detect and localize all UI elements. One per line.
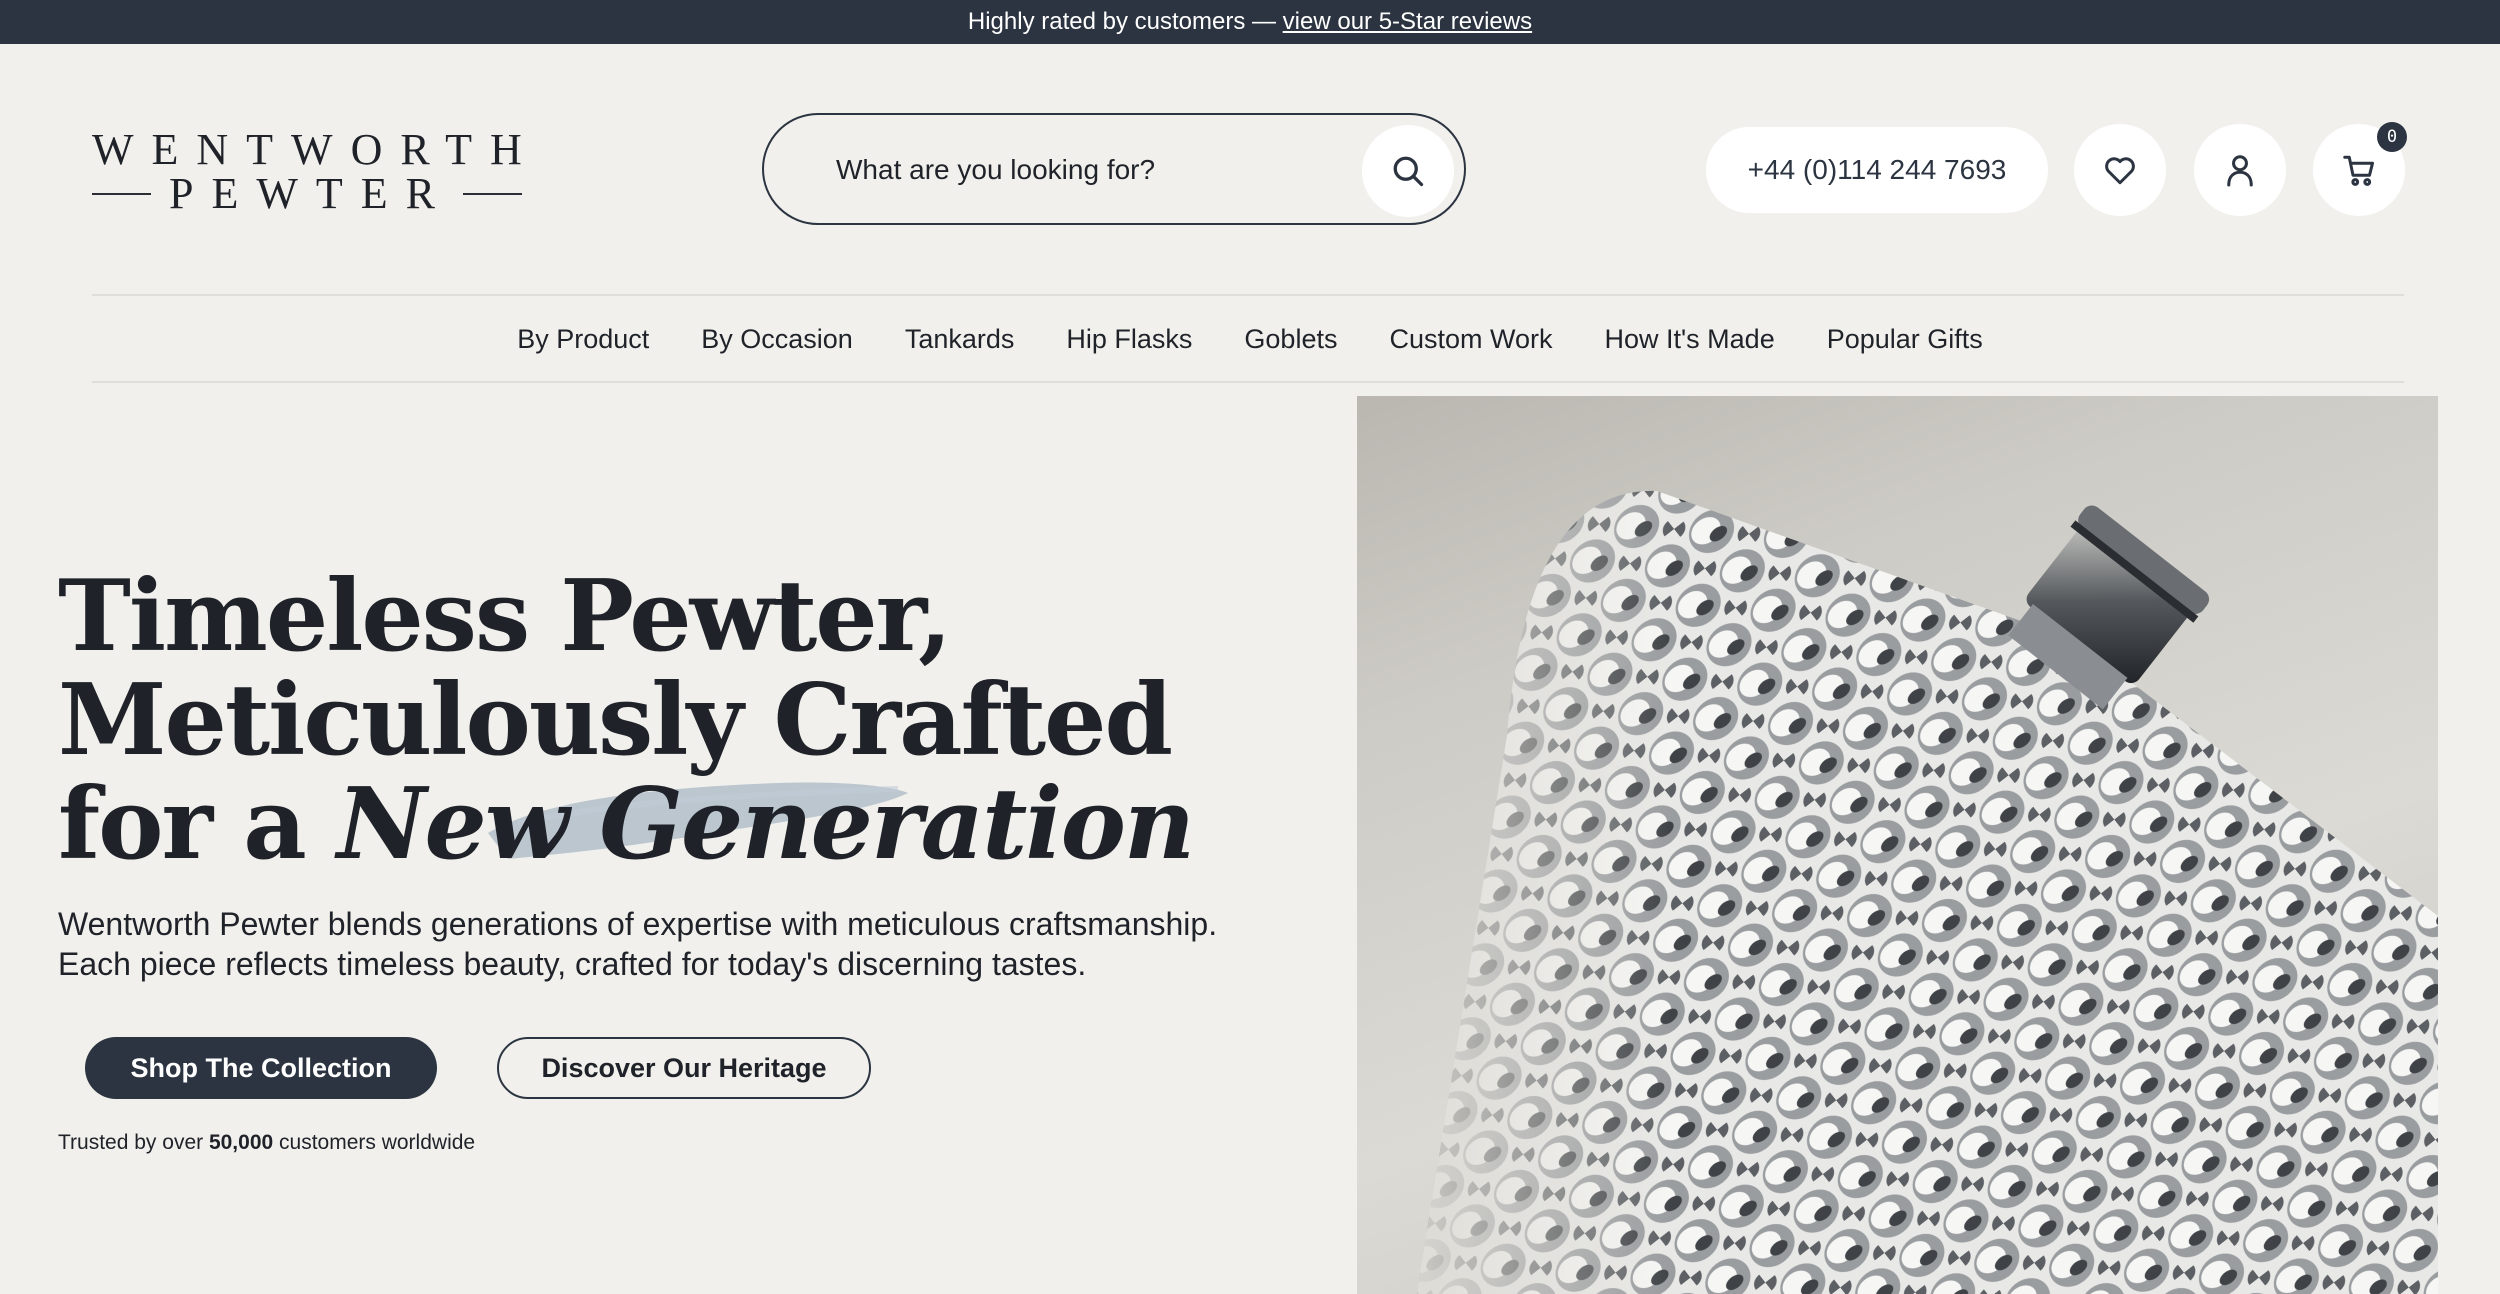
reviews-link[interactable]: view our 5-Star reviews	[1283, 8, 1532, 35]
nav-item-by-product[interactable]: By Product	[517, 324, 649, 355]
hero-subtitle-line-1: Wentworth Pewter blends generations of e…	[58, 906, 1218, 942]
hero-heading-line-3: for a New Generation	[58, 773, 1258, 877]
hero-image-hip-flask	[1357, 396, 2438, 1294]
search-icon	[1393, 156, 1424, 187]
nav-item-how-its-made[interactable]: How It's Made	[1605, 324, 1775, 355]
nav-item-tankards[interactable]: Tankards	[905, 324, 1015, 355]
hero-heading: Timeless Pewter, Meticulously Crafted fo…	[58, 565, 1258, 877]
announcement-text: Highly rated by customers —	[967, 8, 1283, 35]
discover-heritage-button[interactable]: Discover Our Heritage	[497, 1037, 871, 1099]
phone-number-button[interactable]: +44 (0)114 244 7693	[1706, 127, 2048, 213]
logo-rule-right	[462, 193, 522, 195]
hip-flask-illustration	[1417, 490, 2438, 1294]
nav-item-by-occasion[interactable]: By Occasion	[701, 324, 853, 355]
trust-suffix: customers worldwide	[273, 1131, 476, 1154]
wishlist-button[interactable]	[2074, 124, 2166, 216]
cart-icon	[2343, 155, 2374, 186]
trust-prefix: Trusted by over	[58, 1131, 209, 1154]
announcement-bar: Highly rated by customers — view our 5-S…	[0, 0, 2500, 44]
heart-icon	[2105, 157, 2135, 185]
nav-divider-bottom	[92, 381, 2404, 383]
trust-statement: Trusted by over 50,000 customers worldwi…	[58, 1131, 475, 1155]
search-input[interactable]	[836, 145, 1356, 195]
hero-subtitle: Wentworth Pewter blends generations of e…	[58, 904, 1308, 984]
account-button[interactable]	[2194, 124, 2286, 216]
brand-logo[interactable]: WENTWORTH PEWTER	[92, 128, 522, 216]
nav-item-popular-gifts[interactable]: Popular Gifts	[1827, 324, 1983, 355]
hero-heading-line-2: Meticulously Crafted	[58, 663, 1173, 778]
nav-item-custom-work[interactable]: Custom Work	[1389, 324, 1552, 355]
cart-count-badge: 0	[2377, 122, 2407, 152]
hero-heading-prefix: for a	[58, 767, 337, 882]
shop-collection-button[interactable]: Shop The Collection	[85, 1037, 437, 1099]
search-button[interactable]	[1362, 125, 1454, 217]
nav-item-goblets[interactable]: Goblets	[1244, 324, 1337, 355]
logo-line-1: WENTWORTH	[92, 125, 540, 174]
main-navigation: By Product By Occasion Tankards Hip Flas…	[0, 296, 2500, 382]
user-icon	[2227, 155, 2253, 187]
hero-heading-line-1: Timeless Pewter,	[58, 559, 952, 674]
trust-number: 50,000	[208, 1131, 274, 1154]
logo-rule-left	[92, 193, 151, 195]
logo-line-2: PEWTER	[169, 169, 453, 218]
hero-heading-italic: New Generation	[336, 767, 1195, 882]
nav-item-hip-flasks[interactable]: Hip Flasks	[1066, 324, 1192, 355]
hero-subtitle-line-2: Each piece reflects timeless beauty, cra…	[58, 946, 1087, 982]
cart-button[interactable]: 0	[2313, 122, 2407, 216]
search-bar	[762, 113, 1466, 225]
